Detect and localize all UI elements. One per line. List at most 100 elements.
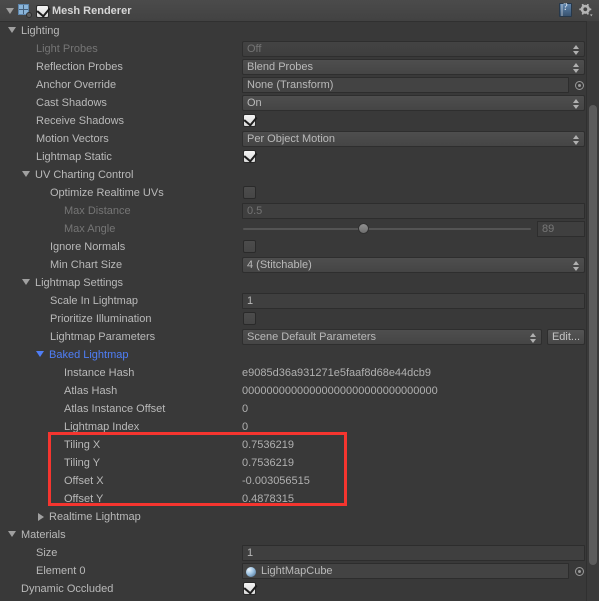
row-receive-shadows[interactable]: Receive Shadows [0, 112, 585, 130]
max-distance-input[interactable]: 0.5 [242, 203, 585, 219]
row-atlas-instance-offset: Atlas Instance Offset 0 [0, 400, 585, 418]
label-max-distance: Max Distance [64, 205, 131, 217]
reflection-probes-dropdown[interactable]: Blend Probes [242, 59, 585, 75]
max-angle-input[interactable]: 89 [537, 221, 585, 237]
label-atlas-hash: Atlas Hash [64, 385, 118, 397]
mesh-renderer-inspector: Mesh Renderer Lighting L [0, 0, 599, 601]
row-instance-hash: Instance Hash e9085d36a931271e5faaf8d68e… [0, 364, 585, 382]
size-input[interactable]: 1 [242, 545, 585, 561]
row-scale-in-lightmap[interactable]: Scale In Lightmap 1 [0, 292, 585, 310]
lightmap-parameters-dropdown[interactable]: Scene Default Parameters [242, 329, 542, 345]
materials-foldout-icon[interactable] [8, 531, 16, 537]
row-prioritize-illumination[interactable]: Prioritize Illumination [0, 310, 585, 328]
section-label-uv-charting-control: UV Charting Control [35, 169, 134, 181]
vertical-scrollbar[interactable] [586, 21, 599, 601]
label-light-probes: Light Probes [36, 43, 98, 55]
row-offset-y: Offset Y 0.4878315 [0, 490, 585, 508]
row-cast-shadows[interactable]: Cast Shadows On [0, 94, 585, 112]
section-lighting[interactable]: Lighting [0, 22, 585, 40]
row-dynamic-occluded[interactable]: Dynamic Occluded [0, 580, 585, 598]
atlas-hash-value: 00000000000000000000000000000000 [242, 385, 438, 397]
section-realtime-lightmap[interactable]: Realtime Lightmap [0, 508, 585, 526]
scrollbar-thumb[interactable] [589, 105, 597, 565]
section-lightmap-settings[interactable]: Lightmap Settings [0, 274, 585, 292]
section-baked-lightmap[interactable]: Baked Lightmap [0, 346, 585, 364]
realtime-lightmap-foldout-icon[interactable] [38, 513, 44, 521]
edit-lightmap-parameters-button[interactable]: Edit... [547, 329, 585, 345]
lighting-foldout-icon[interactable] [8, 27, 16, 33]
label-atlas-instance-offset: Atlas Instance Offset [64, 403, 166, 415]
chevron-updown-icon [573, 261, 580, 271]
lightmap-settings-foldout-icon[interactable] [22, 279, 30, 285]
label-min-chart-size: Min Chart Size [50, 259, 123, 271]
atlas-instance-offset-value: 0 [242, 403, 249, 415]
label-receive-shadows: Receive Shadows [36, 115, 125, 127]
section-label-lighting: Lighting [21, 25, 60, 37]
mesh-renderer-icon [18, 3, 32, 18]
scale-in-lightmap-value: 1 [247, 295, 254, 307]
component-header[interactable]: Mesh Renderer [0, 0, 599, 22]
row-min-chart-size[interactable]: Min Chart Size 4 (Stitchable) [0, 256, 585, 274]
row-light-probes[interactable]: Light Probes Off [0, 40, 585, 58]
row-optimize-realtime-uvs[interactable]: Optimize Realtime UVs [0, 184, 585, 202]
reflection-probes-value: Blend Probes [247, 61, 314, 73]
lightmap-static-checkbox[interactable] [243, 148, 258, 163]
row-ignore-normals[interactable]: Ignore Normals [0, 238, 585, 256]
row-lightmap-static[interactable]: Lightmap Static [0, 148, 585, 166]
label-instance-hash: Instance Hash [64, 367, 135, 379]
baked-lightmap-foldout-icon[interactable] [36, 351, 44, 357]
row-element-0[interactable]: Element 0 LightMapCube [0, 562, 585, 580]
section-uv-charting-control[interactable]: UV Charting Control [0, 166, 585, 184]
section-label-lightmap-settings: Lightmap Settings [35, 277, 124, 289]
cast-shadows-value: On [247, 97, 262, 109]
motion-vectors-dropdown[interactable]: Per Object Motion [242, 131, 585, 147]
tiling-y-value: 0.7536219 [242, 457, 294, 469]
row-anchor-override[interactable]: Anchor Override None (Transform) [0, 76, 585, 94]
scale-in-lightmap-input[interactable]: 1 [242, 293, 585, 309]
instance-hash-value: e9085d36a931271e5faaf8d68e44dcb9 [242, 367, 432, 379]
optimize-realtime-uvs-checkbox[interactable] [243, 186, 256, 199]
max-angle-slider-track[interactable] [243, 228, 531, 230]
component-foldout-icon[interactable] [6, 7, 14, 14]
row-tiling-x: Tiling X 0.7536219 [0, 436, 585, 454]
label-tiling-y: Tiling Y [64, 457, 101, 469]
edit-button-label: Edit... [551, 331, 581, 343]
section-label-materials: Materials [21, 529, 66, 541]
max-angle-slider-handle[interactable] [358, 223, 370, 234]
component-enabled-checkbox[interactable] [36, 3, 51, 18]
header-actions [559, 2, 593, 17]
lightmap-index-value: 0 [242, 421, 249, 433]
element-0-object-field[interactable]: LightMapCube [242, 563, 569, 579]
label-scale-in-lightmap: Scale In Lightmap [50, 295, 139, 307]
receive-shadows-checkbox[interactable] [243, 112, 258, 127]
row-lightmap-parameters[interactable]: Lightmap Parameters Scene Default Parame… [0, 328, 585, 346]
object-picker-icon[interactable] [575, 567, 584, 576]
section-label-realtime-lightmap: Realtime Lightmap [49, 511, 141, 523]
uv-charting-foldout-icon[interactable] [22, 171, 30, 177]
offset-y-value: 0.4878315 [242, 493, 294, 505]
label-lightmap-index: Lightmap Index [64, 421, 140, 433]
row-motion-vectors[interactable]: Motion Vectors Per Object Motion [0, 130, 585, 148]
min-chart-size-dropdown[interactable]: 4 (Stitchable) [242, 257, 585, 273]
gear-icon[interactable] [579, 3, 593, 17]
label-max-angle: Max Angle [64, 223, 116, 235]
label-anchor-override: Anchor Override [36, 79, 117, 91]
size-value: 1 [247, 547, 254, 559]
row-atlas-hash: Atlas Hash 00000000000000000000000000000… [0, 382, 585, 400]
max-distance-value: 0.5 [247, 205, 263, 217]
row-reflection-probes[interactable]: Reflection Probes Blend Probes [0, 58, 585, 76]
section-materials[interactable]: Materials [0, 526, 585, 544]
prioritize-illumination-checkbox[interactable] [243, 312, 256, 325]
row-size[interactable]: Size 1 [0, 544, 585, 562]
object-picker-icon[interactable] [575, 81, 584, 90]
lightmap-parameters-value: Scene Default Parameters [247, 331, 377, 343]
anchor-override-object-field[interactable]: None (Transform) [242, 77, 569, 93]
label-offset-x: Offset X [64, 475, 104, 487]
dynamic-occluded-checkbox[interactable] [243, 580, 258, 595]
cast-shadows-dropdown[interactable]: On [242, 95, 585, 111]
material-sphere-icon [246, 567, 256, 577]
min-chart-size-value: 4 (Stitchable) [247, 259, 312, 271]
light-probes-dropdown[interactable]: Off [242, 41, 585, 57]
help-book-icon[interactable] [559, 2, 572, 17]
ignore-normals-checkbox[interactable] [243, 240, 256, 253]
